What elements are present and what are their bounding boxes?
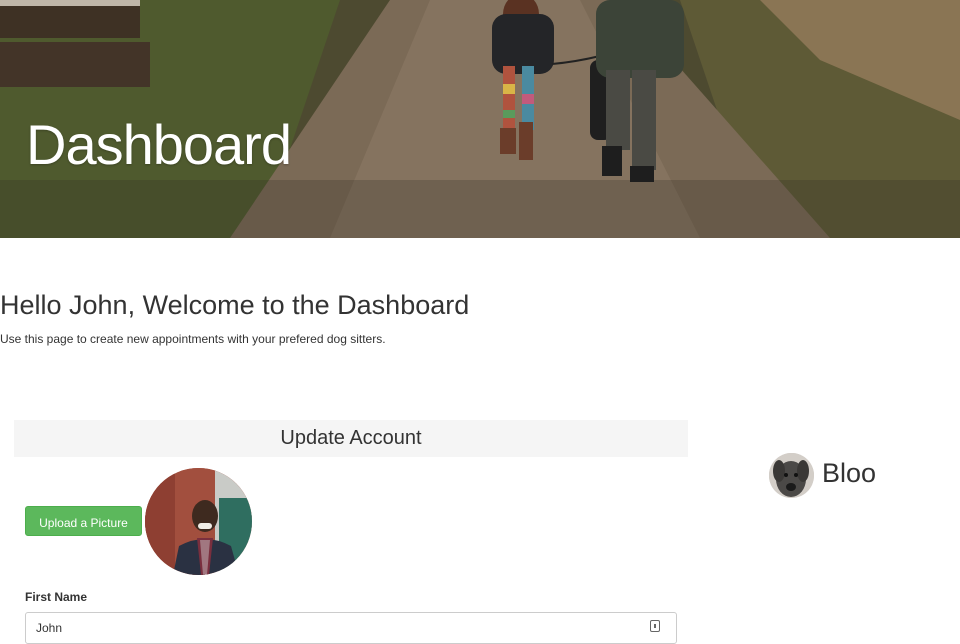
welcome-subtext: Use this page to create new appointments… xyxy=(0,332,386,346)
page-title: Dashboard xyxy=(26,113,292,176)
contact-card-icon[interactable] xyxy=(650,620,660,632)
update-account-header: Update Account xyxy=(14,420,688,457)
dog-name: Bloo xyxy=(822,458,877,488)
first-name-field[interactable] xyxy=(25,612,677,644)
upload-picture-button[interactable]: Upload a Picture xyxy=(25,506,142,536)
dog-avatar-photo xyxy=(769,453,814,498)
user-avatar-photo xyxy=(145,468,252,575)
first-name-label: First Name xyxy=(25,590,88,604)
user-avatar[interactable] xyxy=(145,468,252,575)
welcome-heading: Hello John, Welcome to the Dashboard xyxy=(0,290,470,320)
dog-avatar[interactable] xyxy=(769,453,814,498)
hero-banner: Dashboard xyxy=(0,0,960,238)
